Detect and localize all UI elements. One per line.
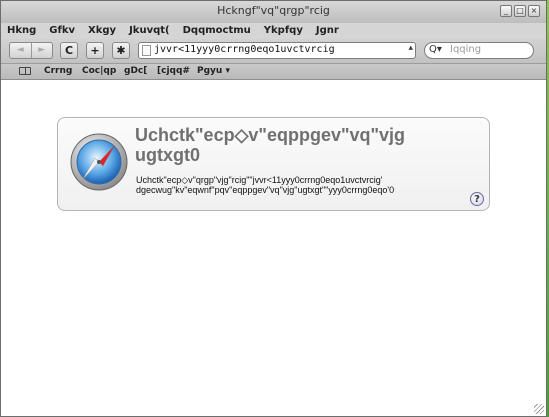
search-placeholder: Iqqing	[450, 44, 482, 55]
menu-bar: Hkng Gfkv Xkgy Jkuvqt( Dqqmoctmu Ykpfqy …	[1, 23, 546, 39]
window-controls: _ □ ×	[500, 5, 540, 17]
toolbar: ◄ ► C + ✱ jvvr<11yyy0crrng0eqo1uvctvrcig…	[1, 39, 546, 64]
add-bookmark-button[interactable]: +	[86, 42, 104, 59]
menu-edit[interactable]: Gfkv	[43, 23, 82, 39]
bookmark-item[interactable]: gDc[	[124, 66, 147, 76]
search-field[interactable]: Q▾ Iqqing	[424, 42, 534, 59]
browser-window: Hckngf"vq"qrgp"rcig _ □ × Hkng Gfkv Xkgy…	[0, 0, 547, 417]
bookmark-item[interactable]: [cjqq#	[157, 66, 190, 76]
bookmark-item[interactable]: Crrng	[44, 66, 72, 76]
menu-file[interactable]: Hkng	[1, 23, 43, 39]
maximize-button[interactable]: □	[514, 5, 526, 17]
address-bar[interactable]: jvvr<11yyy0crrng0eqo1uvctvrcig ▴	[138, 42, 416, 59]
page-content: Uchctk"ecp◇v"eqppgev"vq"vjg ugtxgt0 Uchc…	[1, 80, 546, 410]
book-icon[interactable]	[19, 67, 31, 75]
url-dropdown-icon[interactable]: ▴	[408, 43, 413, 53]
menu-help[interactable]: Jgnr	[310, 23, 346, 39]
reload-button[interactable]: C	[60, 42, 78, 59]
error-panel: Uchctk"ecp◇v"eqppgev"vq"vjg ugtxgt0 Uchc…	[57, 117, 490, 211]
safari-compass-icon	[70, 133, 128, 191]
forward-button[interactable]: ►	[32, 43, 53, 58]
menu-history[interactable]: Jkuvqt(	[123, 23, 177, 39]
menu-bookmarks[interactable]: Dqqmoctmu	[177, 23, 258, 39]
menu-view[interactable]: Xkgy	[82, 23, 123, 39]
bookmark-item[interactable]: Pgyu ▾	[197, 66, 230, 76]
bookmark-item[interactable]: Coc|qp	[82, 66, 116, 76]
search-icon[interactable]: Q▾	[429, 44, 442, 55]
minimize-button[interactable]: _	[500, 5, 512, 17]
menu-window[interactable]: Ykpfqy	[258, 23, 310, 39]
page-icon	[142, 45, 151, 56]
error-message: Uchctk"ecp◇v"qrgp"vjg"rcig""jvvr<11yyy0c…	[136, 175, 395, 195]
resize-grip[interactable]	[534, 404, 544, 414]
back-button[interactable]: ◄	[10, 43, 32, 58]
help-button[interactable]: ?	[470, 192, 484, 206]
title-bar[interactable]: Hckngf"vq"qrgp"rcig _ □ ×	[1, 1, 546, 24]
close-button[interactable]: ×	[528, 5, 540, 17]
bug-icon[interactable]: ✱	[112, 42, 130, 59]
bookmarks-bar: Crrng Coc|qp gDc[ [cjqq# Pgyu ▾	[1, 64, 546, 80]
window-title: Hckngf"vq"qrgp"rcig	[217, 4, 330, 17]
error-title: Uchctk"ecp◇v"eqppgev"vq"vjg ugtxgt0	[135, 125, 406, 165]
url-text[interactable]: jvvr<11yyy0crrng0eqo1uvctvrcig	[154, 44, 335, 55]
back-forward-group: ◄ ►	[9, 42, 53, 59]
